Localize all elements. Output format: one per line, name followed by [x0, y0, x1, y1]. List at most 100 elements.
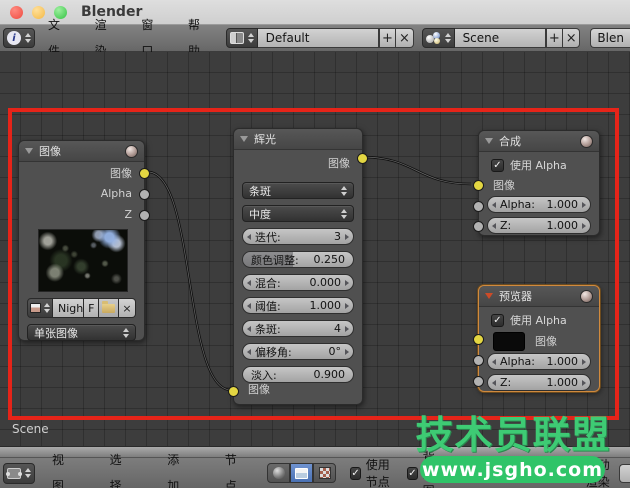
open-image-button[interactable] — [99, 298, 120, 318]
node-composite[interactable]: 合成 ✓ 使用 Alpha 图像 Alpha: 1.000 Z: 1.000 — [473, 130, 600, 236]
render-engine-select[interactable]: Blen — [590, 28, 630, 48]
glare-quality-select[interactable]: 中度 — [242, 205, 354, 222]
top-header-bar: i 文件 渲染 窗口 帮助 Default + × Scene + × Blen — [0, 18, 630, 58]
backdrop-checkbox[interactable]: ✓ — [407, 466, 418, 480]
plus-icon: + — [382, 30, 393, 46]
socket-image-out[interactable] — [357, 153, 368, 164]
glare-type-select[interactable]: 条斑 — [242, 182, 354, 199]
glare-fade-slider[interactable]: 淡入: 0.900 — [242, 366, 354, 383]
increment-icon[interactable] — [345, 233, 349, 240]
node-glare-header[interactable]: 辉光 — [234, 129, 362, 150]
composite-z-field[interactable]: Z: 1.000 — [487, 217, 591, 234]
link-glare-to-composite-highlight — [361, 156, 472, 185]
checker-icon — [318, 467, 331, 479]
increment-icon[interactable] — [345, 302, 349, 309]
texture-nodes-toggle[interactable] — [313, 463, 337, 483]
collapse-triangle-icon[interactable] — [25, 148, 33, 154]
glare-iterations-field[interactable]: 迭代: 3 — [242, 228, 354, 245]
socket-z-out[interactable] — [139, 210, 150, 221]
socket-image-in[interactable] — [473, 180, 484, 191]
glare-color-modulation-slider[interactable]: 颜色调整: 0.250 — [242, 251, 354, 268]
socket-image-in[interactable] — [473, 334, 484, 345]
glare-threshold-field[interactable]: 阈值: 1.000 — [242, 297, 354, 314]
viewer-alpha-field[interactable]: Alpha: 1.000 — [487, 353, 591, 370]
delete-layout-button[interactable]: × — [396, 28, 414, 48]
socket-alpha-in[interactable] — [473, 355, 484, 366]
screen-layout-field[interactable]: Default — [257, 28, 379, 48]
socket-z-in[interactable] — [473, 376, 484, 387]
node-title: 合成 — [499, 135, 521, 148]
glare-angle-offset-field[interactable]: 偏移角: 0° — [242, 343, 354, 360]
collapse-triangle-icon[interactable] — [240, 136, 248, 142]
close-icon: × — [565, 30, 577, 46]
increment-icon[interactable] — [582, 222, 586, 229]
collapse-triangle-icon[interactable] — [485, 138, 493, 144]
delete-scene-button[interactable]: × — [563, 28, 581, 48]
editor-type-info-button[interactable]: i — [3, 28, 35, 48]
socket-image-in[interactable] — [228, 386, 239, 397]
increment-icon[interactable] — [345, 348, 349, 355]
socket-alpha-out[interactable] — [139, 189, 150, 200]
unlink-image-button[interactable]: × — [119, 298, 136, 318]
node-glare[interactable]: 辉光 图像 条斑 中度 迭代: 3 颜色调整: 0.250 混合: 0.000 — [228, 128, 368, 405]
compositing-nodes-toggle[interactable] — [290, 463, 314, 483]
increment-icon[interactable] — [582, 201, 586, 208]
image-name-field[interactable]: Nigh — [53, 298, 85, 318]
output-row-alpha: Alpha — [100, 187, 132, 200]
glare-mix-field[interactable]: 混合: 0.000 — [242, 274, 354, 291]
use-alpha-checkbox[interactable]: ✓ — [491, 313, 504, 327]
socket-alpha-in[interactable] — [473, 201, 484, 212]
add-layout-button[interactable]: + — [378, 28, 397, 48]
viewer-color-swatch[interactable] — [493, 331, 525, 351]
viewer-z-field[interactable]: Z: 1.000 — [487, 374, 591, 391]
node-viewer-header[interactable]: 预览器 — [479, 286, 599, 307]
increment-icon[interactable] — [345, 279, 349, 286]
increment-icon[interactable] — [582, 358, 586, 365]
decrement-icon[interactable] — [492, 201, 496, 208]
decrement-icon[interactable] — [492, 358, 496, 365]
decrement-icon[interactable] — [247, 325, 251, 332]
decrement-icon[interactable] — [247, 348, 251, 355]
composite-alpha-field[interactable]: Alpha: 1.000 — [487, 196, 591, 213]
shader-nodes-toggle[interactable] — [267, 463, 291, 483]
select-arrows-icon — [341, 185, 347, 196]
decrement-icon[interactable] — [492, 222, 496, 229]
decrement-icon[interactable] — [492, 379, 496, 386]
use-alpha-checkbox[interactable]: ✓ — [491, 158, 504, 172]
node-editor-canvas[interactable]: Scene 图像 图像 Alpha Z Nigh F × 单张图像 辉光 图像 … — [0, 52, 630, 446]
glare-streaks-field[interactable]: 条斑: 4 — [242, 320, 354, 337]
select-arrows-icon — [341, 208, 347, 219]
screen-layout-browse-button[interactable] — [225, 28, 258, 48]
increment-icon[interactable] — [582, 379, 586, 386]
menu-node[interactable]: 节点 — [212, 447, 254, 488]
decrement-icon[interactable] — [247, 302, 251, 309]
image-source-select[interactable]: 单张图像 — [27, 324, 136, 341]
clipped-header-button[interactable] — [619, 463, 630, 483]
collapse-triangle-icon[interactable] — [485, 293, 493, 299]
use-nodes-checkbox[interactable]: ✓ — [350, 466, 361, 480]
add-scene-button[interactable]: + — [545, 28, 564, 48]
menu-view[interactable]: 视图 — [39, 447, 81, 488]
fake-user-button[interactable]: F — [84, 298, 100, 318]
decrement-icon[interactable] — [247, 233, 251, 240]
node-title: 预览器 — [499, 290, 532, 303]
node-image[interactable]: 图像 图像 Alpha Z Nigh F × 单张图像 — [18, 140, 150, 341]
decrement-icon[interactable] — [247, 279, 251, 286]
node-composite-header[interactable]: 合成 — [479, 131, 599, 152]
node-viewer[interactable]: 预览器 ✓ 使用 Alpha 图像 Alpha: 1.000 Z: 1.000 — [473, 285, 600, 392]
output-row-z: Z — [124, 208, 132, 221]
close-window-icon[interactable] — [10, 5, 23, 19]
socket-image-out[interactable] — [139, 168, 150, 179]
menu-select[interactable]: 选择 — [97, 447, 139, 488]
increment-icon[interactable] — [345, 325, 349, 332]
node-title: 图像 — [39, 145, 61, 158]
scene-browse-button[interactable] — [421, 28, 455, 48]
menu-add[interactable]: 添加 — [154, 447, 196, 488]
use-alpha-row: ✓ 使用 Alpha — [479, 309, 599, 331]
editor-type-button[interactable] — [3, 462, 35, 484]
watermark-title: 技术员联盟 — [415, 413, 611, 457]
image-browse-button[interactable] — [27, 298, 53, 318]
node-image-header[interactable]: 图像 — [19, 141, 144, 162]
socket-z-in[interactable] — [473, 221, 484, 232]
scene-field[interactable]: Scene — [454, 28, 546, 48]
